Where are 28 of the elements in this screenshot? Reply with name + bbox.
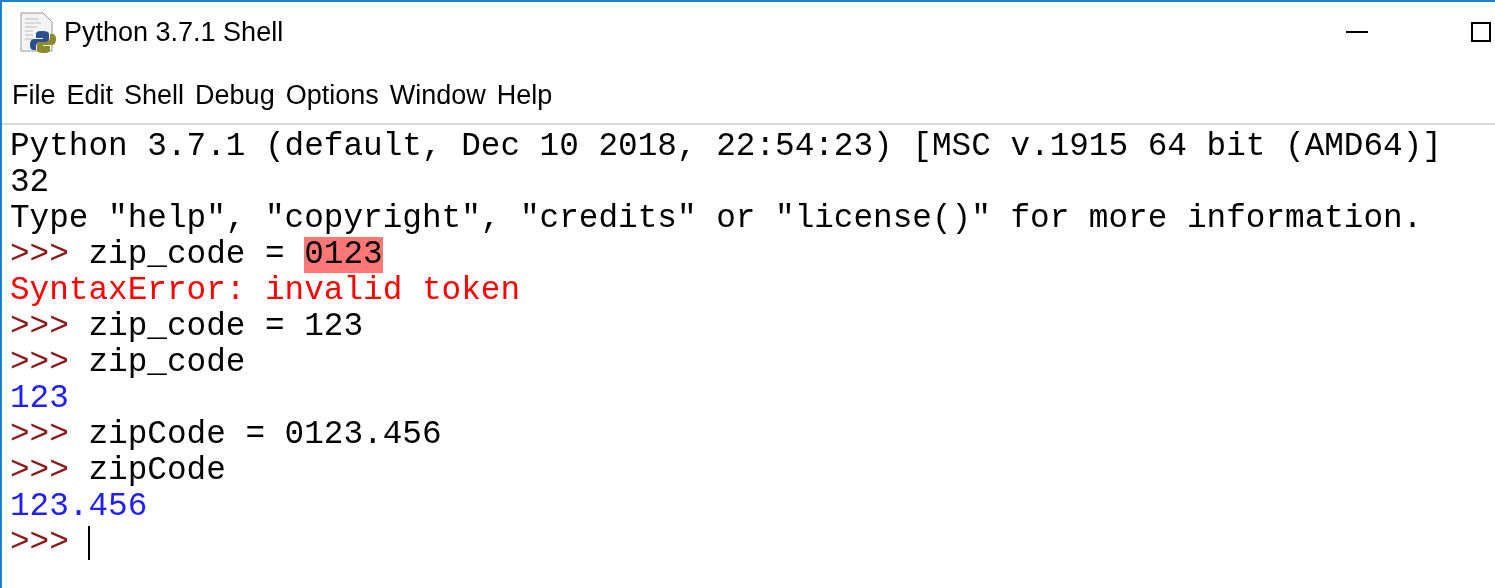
prompt-text: >>> xyxy=(10,525,69,561)
prompt-text: >>> xyxy=(10,237,69,273)
prompt-text: >>> xyxy=(10,453,69,489)
banner-text: 32 xyxy=(10,165,50,201)
menu-item[interactable]: Options xyxy=(283,74,381,115)
banner-text: Type "help", "copyright", "credits" or "license()" for more information. xyxy=(10,201,1423,237)
python-document-icon xyxy=(18,11,58,53)
code-text: zip_code xyxy=(88,345,246,381)
maximize-icon[interactable] xyxy=(1471,22,1491,42)
menu-item[interactable]: Debug xyxy=(193,74,277,115)
prompt-text: >>> xyxy=(10,417,69,453)
highlighted-code: 0123 xyxy=(304,237,383,273)
prompt-text: >>> xyxy=(10,345,69,381)
menu-item[interactable]: Shell xyxy=(122,74,187,115)
prompt-text: >>> xyxy=(10,309,69,345)
menu-item[interactable]: Help xyxy=(494,74,555,115)
menu-item[interactable]: Edit xyxy=(64,74,116,115)
code-text: zip_code = xyxy=(88,237,285,273)
code-text: zipCode = 0123.456 xyxy=(88,417,442,453)
window-title: Python 3.7.1 Shell xyxy=(64,15,284,49)
menu-item[interactable]: Window xyxy=(387,74,488,115)
code-text: zip_code = 123 xyxy=(88,309,364,345)
output-text: 123 xyxy=(10,381,69,417)
menu-item[interactable]: File xyxy=(10,74,58,115)
code-text: zipCode xyxy=(88,453,226,489)
error-text: SyntaxError: invalid token xyxy=(10,273,520,309)
banner-text: Python 3.7.1 (default, Dec 10 2018, 22:54:23) [MSC v.1915 64 bit (AMD64)] xyxy=(10,129,1442,165)
output-text: 123.456 xyxy=(10,489,148,525)
